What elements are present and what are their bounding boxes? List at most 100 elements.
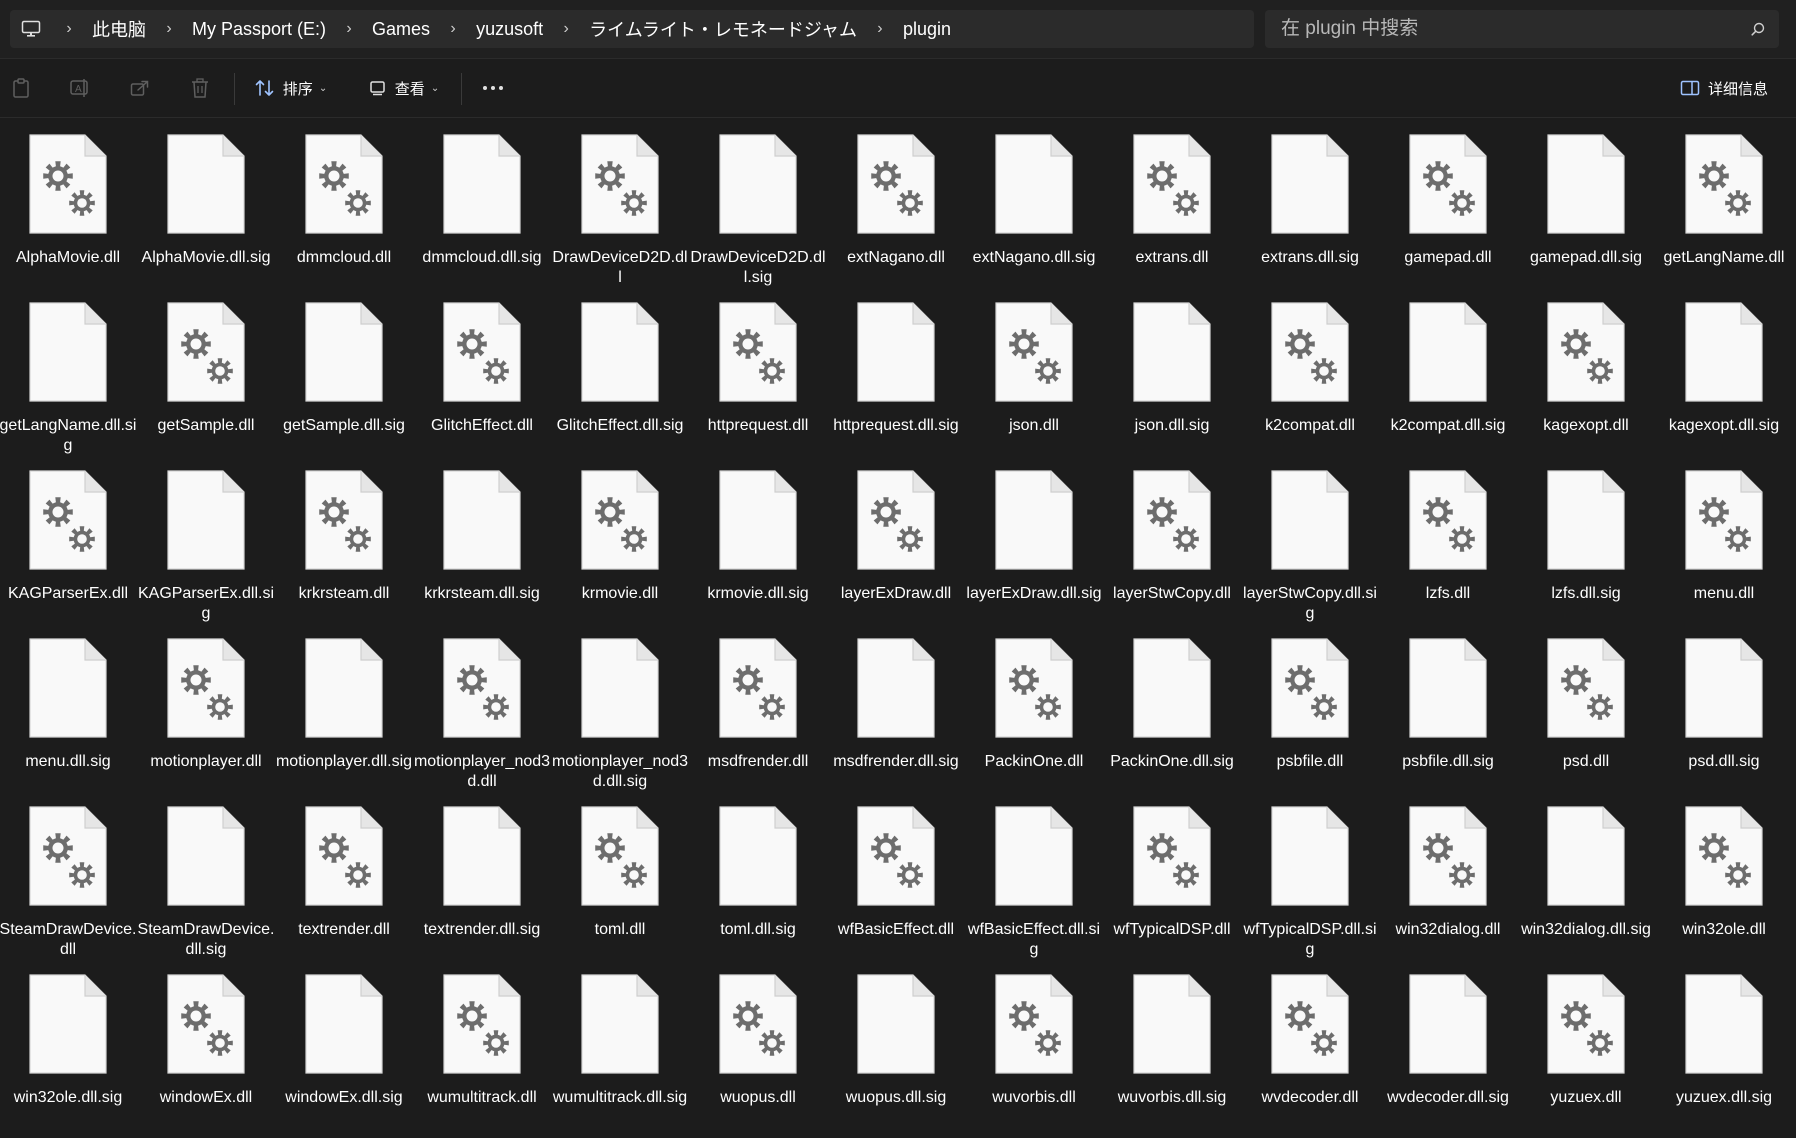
file-item[interactable]: psd.dll	[1517, 622, 1655, 790]
file-item[interactable]: dmmcloud.dll.sig	[413, 118, 551, 286]
breadcrumb-item-current[interactable]: plugin	[897, 19, 957, 40]
rename-button[interactable]: A	[60, 68, 100, 108]
chevron-right-icon[interactable]: ›	[332, 20, 366, 38]
file-item[interactable]: json.dll.sig	[1103, 286, 1241, 454]
file-item[interactable]: wvdecoder.dll.sig	[1379, 958, 1517, 1126]
search-box[interactable]	[1265, 10, 1779, 48]
file-item[interactable]: wuopus.dll.sig	[827, 958, 965, 1126]
view-button[interactable]: 查看 ⌄	[358, 68, 450, 108]
file-item[interactable]: layerStwCopy.dll.sig	[1241, 454, 1379, 622]
file-item[interactable]: krkrsteam.dll.sig	[413, 454, 551, 622]
chevron-right-icon[interactable]: ›	[549, 20, 583, 38]
file-item[interactable]: PackinOne.dll	[965, 622, 1103, 790]
file-item[interactable]: motionplayer.dll	[137, 622, 275, 790]
chevron-right-icon[interactable]: ›	[152, 20, 186, 38]
file-item[interactable]: wvdecoder.dll	[1241, 958, 1379, 1126]
file-item[interactable]: dmmcloud.dll	[275, 118, 413, 286]
file-item[interactable]: lzfs.dll.sig	[1517, 454, 1655, 622]
file-item[interactable]: textrender.dll.sig	[413, 790, 551, 958]
paste-button[interactable]	[2, 68, 40, 108]
chevron-right-icon[interactable]: ›	[863, 20, 897, 38]
file-item[interactable]: getSample.dll	[137, 286, 275, 454]
file-item[interactable]: KAGParserEx.dll	[0, 454, 137, 622]
file-item[interactable]: json.dll	[965, 286, 1103, 454]
breadcrumb[interactable]: › 此电脑 › My Passport (E:) › Games › yuzus…	[10, 10, 1254, 48]
file-item[interactable]: textrender.dll	[275, 790, 413, 958]
search-input[interactable]	[1265, 17, 1737, 41]
file-item[interactable]: GlitchEffect.dll.sig	[551, 286, 689, 454]
file-item[interactable]: layerExDraw.dll	[827, 454, 965, 622]
file-item[interactable]: menu.dll	[1655, 454, 1793, 622]
file-item[interactable]: win32dialog.dll	[1379, 790, 1517, 958]
file-item[interactable]: httprequest.dll	[689, 286, 827, 454]
more-options-button[interactable]	[472, 68, 514, 108]
file-item[interactable]: krmovie.dll.sig	[689, 454, 827, 622]
file-item[interactable]: AlphaMovie.dll	[0, 118, 137, 286]
chevron-right-icon[interactable]: ›	[436, 20, 470, 38]
file-item[interactable]: wuvorbis.dll	[965, 958, 1103, 1126]
search-icon[interactable]	[1737, 22, 1779, 36]
breadcrumb-item[interactable]: yuzusoft	[470, 19, 549, 40]
file-item[interactable]: getSample.dll.sig	[275, 286, 413, 454]
file-item[interactable]: psbfile.dll	[1241, 622, 1379, 790]
file-item[interactable]: kagexopt.dll	[1517, 286, 1655, 454]
file-item[interactable]: wumultitrack.dll	[413, 958, 551, 1126]
file-item[interactable]: msdfrender.dll.sig	[827, 622, 965, 790]
file-item[interactable]: wumultitrack.dll.sig	[551, 958, 689, 1126]
computer-icon[interactable]	[10, 10, 52, 48]
file-item[interactable]: motionplayer_nod3d.dll.sig	[551, 622, 689, 790]
file-item[interactable]: KAGParserEx.dll.sig	[137, 454, 275, 622]
file-item[interactable]: getLangName.dll	[1655, 118, 1793, 286]
file-item[interactable]: extNagano.dll.sig	[965, 118, 1103, 286]
file-item[interactable]: lzfs.dll	[1379, 454, 1517, 622]
file-item[interactable]: kagexopt.dll.sig	[1655, 286, 1793, 454]
file-item[interactable]: wfBasicEffect.dll.sig	[965, 790, 1103, 958]
file-item[interactable]: k2compat.dll	[1241, 286, 1379, 454]
file-item[interactable]: wfBasicEffect.dll	[827, 790, 965, 958]
share-button[interactable]	[120, 68, 160, 108]
delete-button[interactable]	[180, 68, 220, 108]
file-item[interactable]: krkrsteam.dll	[275, 454, 413, 622]
file-item[interactable]: motionplayer.dll.sig	[275, 622, 413, 790]
file-item[interactable]: win32ole.dll	[1655, 790, 1793, 958]
file-item[interactable]: k2compat.dll.sig	[1379, 286, 1517, 454]
file-item[interactable]: windowEx.dll	[137, 958, 275, 1126]
file-item[interactable]: DrawDeviceD2D.dll	[551, 118, 689, 286]
file-item[interactable]: yuzuex.dll	[1517, 958, 1655, 1126]
file-item[interactable]: toml.dll	[551, 790, 689, 958]
file-item[interactable]: win32dialog.dll.sig	[1517, 790, 1655, 958]
file-item[interactable]: win32ole.dll.sig	[0, 958, 137, 1126]
breadcrumb-item[interactable]: ライムライト・レモネードジャム	[583, 16, 863, 42]
file-item[interactable]: extrans.dll	[1103, 118, 1241, 286]
sort-button[interactable]: 排序 ⌄	[246, 68, 336, 108]
file-item[interactable]: msdfrender.dll	[689, 622, 827, 790]
file-item[interactable]: PackinOne.dll.sig	[1103, 622, 1241, 790]
breadcrumb-item[interactable]: Games	[366, 19, 436, 40]
file-item[interactable]: SteamDrawDevice.dll.sig	[137, 790, 275, 958]
file-item[interactable]: psbfile.dll.sig	[1379, 622, 1517, 790]
file-item[interactable]: wuopus.dll	[689, 958, 827, 1126]
file-item[interactable]: toml.dll.sig	[689, 790, 827, 958]
file-item[interactable]: krmovie.dll	[551, 454, 689, 622]
file-item[interactable]: DrawDeviceD2D.dll.sig	[689, 118, 827, 286]
file-item[interactable]: layerStwCopy.dll	[1103, 454, 1241, 622]
file-item[interactable]: getLangName.dll.sig	[0, 286, 137, 454]
file-item[interactable]: windowEx.dll.sig	[275, 958, 413, 1126]
file-item[interactable]: gamepad.dll.sig	[1517, 118, 1655, 286]
file-item[interactable]: httprequest.dll.sig	[827, 286, 965, 454]
file-item[interactable]: AlphaMovie.dll.sig	[137, 118, 275, 286]
file-item[interactable]: extrans.dll.sig	[1241, 118, 1379, 286]
file-item[interactable]: wfTypicalDSP.dll	[1103, 790, 1241, 958]
file-item[interactable]: motionplayer_nod3d.dll	[413, 622, 551, 790]
file-item[interactable]: GlitchEffect.dll	[413, 286, 551, 454]
file-item[interactable]: extNagano.dll	[827, 118, 965, 286]
file-item[interactable]: layerExDraw.dll.sig	[965, 454, 1103, 622]
breadcrumb-item[interactable]: My Passport (E:)	[186, 19, 332, 40]
file-item[interactable]: yuzuex.dll.sig	[1655, 958, 1793, 1126]
breadcrumb-item[interactable]: 此电脑	[86, 16, 152, 42]
file-item[interactable]: wuvorbis.dll.sig	[1103, 958, 1241, 1126]
file-item[interactable]: wfTypicalDSP.dll.sig	[1241, 790, 1379, 958]
chevron-right-icon[interactable]: ›	[52, 20, 86, 38]
file-item[interactable]: menu.dll.sig	[0, 622, 137, 790]
details-pane-button[interactable]: 详细信息	[1666, 68, 1782, 108]
